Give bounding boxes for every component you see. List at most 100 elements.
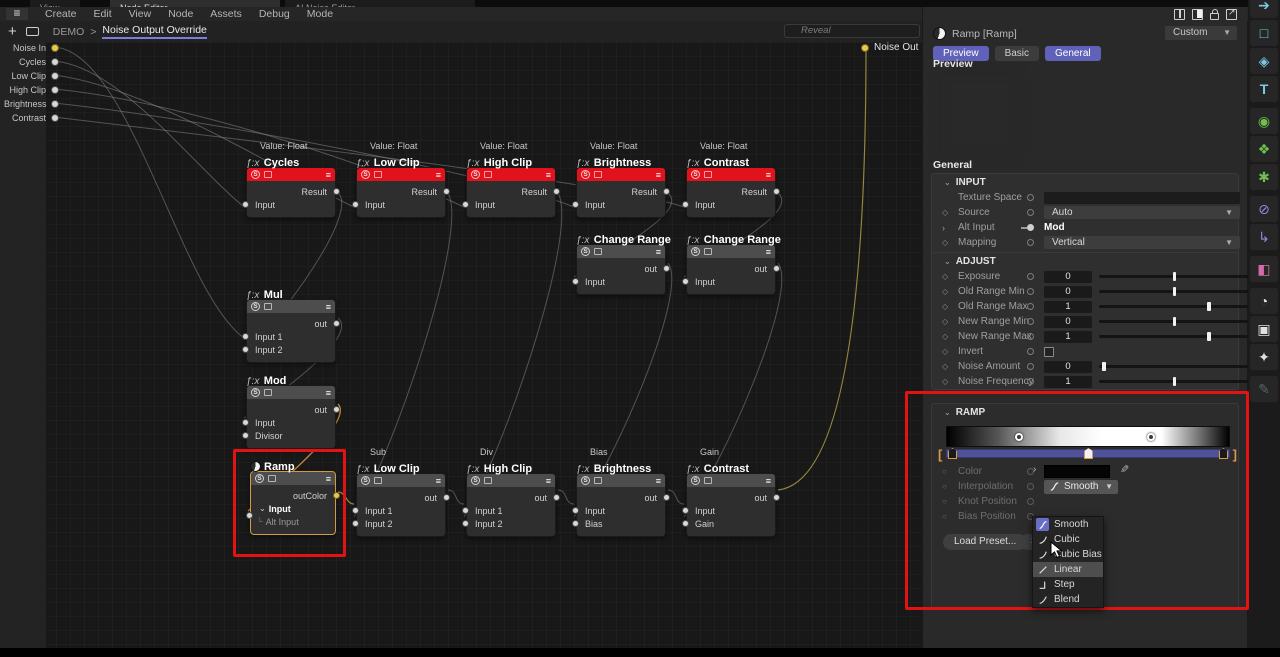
port-out[interactable]: out <box>247 403 335 416</box>
graph-input-contrast[interactable]: Contrast <box>4 113 59 123</box>
eyedropper-icon[interactable]: ✎ <box>1120 463 1129 476</box>
exposure-slider[interactable] <box>1099 275 1249 278</box>
position-handle-mid[interactable] <box>1084 448 1093 459</box>
port-input[interactable]: Input <box>687 198 775 211</box>
ramp-knot-2[interactable] <box>1147 433 1155 441</box>
save-icon[interactable] <box>594 171 602 178</box>
reveal-field[interactable]: Reveal <box>784 24 920 38</box>
save-icon[interactable] <box>704 171 712 178</box>
hamburger-menu-icon[interactable]: ≡ <box>6 8 28 20</box>
node-menu-icon[interactable]: ≡ <box>326 476 331 482</box>
port-result[interactable]: Result <box>247 185 335 198</box>
port-out[interactable]: out <box>467 491 555 504</box>
camera-icon[interactable]: ▣ <box>1250 316 1278 342</box>
input-dot[interactable] <box>352 520 359 527</box>
port-input[interactable]: ⌄Input <box>251 502 335 515</box>
node-high-clip[interactable]: Value: Float ƒ:x High Clip S≡ Result Inp… <box>466 141 556 218</box>
port-input[interactable]: Input <box>687 504 775 517</box>
port-out[interactable]: out <box>577 491 665 504</box>
output-dot[interactable] <box>773 188 780 195</box>
graph-input-brightness[interactable]: Brightness <box>4 99 59 109</box>
socket-icon[interactable] <box>1027 273 1034 280</box>
particle-tool-icon[interactable]: ◉ <box>1250 108 1278 134</box>
settings-gear-icon[interactable]: ✱ <box>1250 164 1278 190</box>
node-brightness[interactable]: Value: Float ƒ:x Brightness S≡ Result In… <box>576 141 666 218</box>
node-menu-icon[interactable]: ≡ <box>656 478 661 484</box>
port-input[interactable]: Input <box>687 275 775 288</box>
solo-icon[interactable]: S <box>251 302 260 311</box>
solo-icon[interactable]: S <box>691 247 700 256</box>
port-input[interactable]: Input <box>577 275 665 288</box>
graph-input-high-clip[interactable]: High Clip <box>4 85 59 95</box>
source-dropdown[interactable]: Auto▼ <box>1044 206 1240 219</box>
menu-edit[interactable]: Edit <box>94 8 112 20</box>
input-dot[interactable] <box>462 507 469 514</box>
node-div-high-clip[interactable]: Div ƒ:x High Clip S≡ out Input 1 Input 2 <box>466 447 556 537</box>
tab-view[interactable]: View <box>30 0 80 7</box>
graph-input-low-clip[interactable]: Low Clip <box>4 71 59 81</box>
output-dot[interactable] <box>443 494 450 501</box>
solo-icon[interactable]: S <box>251 388 260 397</box>
node-menu-icon[interactable]: ≡ <box>436 172 441 178</box>
port-input2[interactable]: Input 2 <box>357 517 445 530</box>
exposure-value[interactable]: 0 <box>1044 271 1092 283</box>
output-dot[interactable] <box>333 188 340 195</box>
port-dot[interactable] <box>51 72 59 80</box>
ramp-group-header[interactable]: ⌄RAMP <box>932 404 1238 420</box>
node-menu-icon[interactable]: ≡ <box>326 304 331 310</box>
pen-tool-icon[interactable]: ✎ <box>1250 376 1278 402</box>
add-tab-icon[interactable]: + <box>8 23 17 40</box>
old-range-max-value[interactable]: 1 <box>1044 301 1092 313</box>
position-handle-left[interactable] <box>948 448 957 459</box>
input-dot[interactable] <box>242 333 249 340</box>
breadcrumb-root[interactable]: DEMO <box>53 26 85 38</box>
solo-icon[interactable]: S <box>471 476 480 485</box>
invert-checkbox[interactable] <box>1044 347 1054 357</box>
node-change-range-2[interactable]: ƒ:x Change Range S≡ out Input <box>686 230 776 295</box>
port-input[interactable]: Input <box>247 416 335 429</box>
node-menu-icon[interactable]: ≡ <box>766 249 771 255</box>
input-dot[interactable] <box>462 520 469 527</box>
node-mod[interactable]: ƒ:x Mod S≡ out Input Divisor <box>246 371 336 449</box>
text-tool-icon[interactable]: T <box>1250 76 1278 102</box>
menu-mode[interactable]: Mode <box>307 8 333 20</box>
node-mul[interactable]: ƒ:x Mul S≡ out Input 1 Input 2 <box>246 285 336 363</box>
ramp-gradient-bar[interactable] <box>946 426 1230 447</box>
node-menu-icon[interactable]: ≡ <box>766 478 771 484</box>
input-dot[interactable] <box>682 201 689 208</box>
port-input1[interactable]: Input 1 <box>357 504 445 517</box>
port-divisor[interactable]: Divisor <box>247 429 335 442</box>
input-dot[interactable] <box>352 507 359 514</box>
save-icon[interactable] <box>264 389 272 396</box>
socket-icon[interactable] <box>1027 288 1034 295</box>
cube-tool-icon[interactable]: ◈ <box>1250 48 1278 74</box>
node-low-clip[interactable]: Value: Float ƒ:x Low Clip S≡ Result Inpu… <box>356 141 446 218</box>
ramp-knot-1[interactable] <box>1015 433 1023 441</box>
node-ramp[interactable]: Ramp S≡ outColor ⌄Input └Alt Input <box>250 457 336 535</box>
input-dot[interactable] <box>572 520 579 527</box>
graph-output-noise-out[interactable]: Noise Out <box>861 42 918 53</box>
chevron-down-icon[interactable]: ⌄ <box>259 504 266 513</box>
input-dot[interactable] <box>242 346 249 353</box>
socket-icon[interactable] <box>1027 348 1034 355</box>
tab-general[interactable]: General <box>1045 46 1101 61</box>
port-outcolor[interactable]: outColor <box>251 489 335 502</box>
ramp-position-track[interactable]: [ ] <box>946 449 1230 458</box>
save-icon[interactable] <box>704 477 712 484</box>
output-dot[interactable] <box>663 188 670 195</box>
port-input1[interactable]: Input 1 <box>467 504 555 517</box>
noise-frequency-slider[interactable] <box>1099 380 1249 383</box>
solo-icon[interactable]: S <box>251 170 260 179</box>
transform-axis-icon[interactable]: ↳ <box>1250 224 1278 250</box>
texture-space-field[interactable] <box>1044 192 1240 204</box>
node-sub-low-clip[interactable]: Sub ƒ:x Low Clip S≡ out Input 1 Input 2 <box>356 447 446 537</box>
menu-item-cubic-bias[interactable]: Cubic Bias <box>1033 547 1103 562</box>
breadcrumb-current[interactable]: Noise Output Override <box>102 24 206 39</box>
noise-amount-slider[interactable] <box>1099 365 1249 368</box>
port-out[interactable]: out <box>687 491 775 504</box>
expand-arrow-icon[interactable]: › <box>942 223 945 233</box>
port-result[interactable]: Result <box>577 185 665 198</box>
noise-amount-value[interactable]: 0 <box>1044 361 1092 373</box>
output-dot[interactable] <box>773 265 780 272</box>
preset-dropdown[interactable]: Custom▼ <box>1165 26 1237 40</box>
